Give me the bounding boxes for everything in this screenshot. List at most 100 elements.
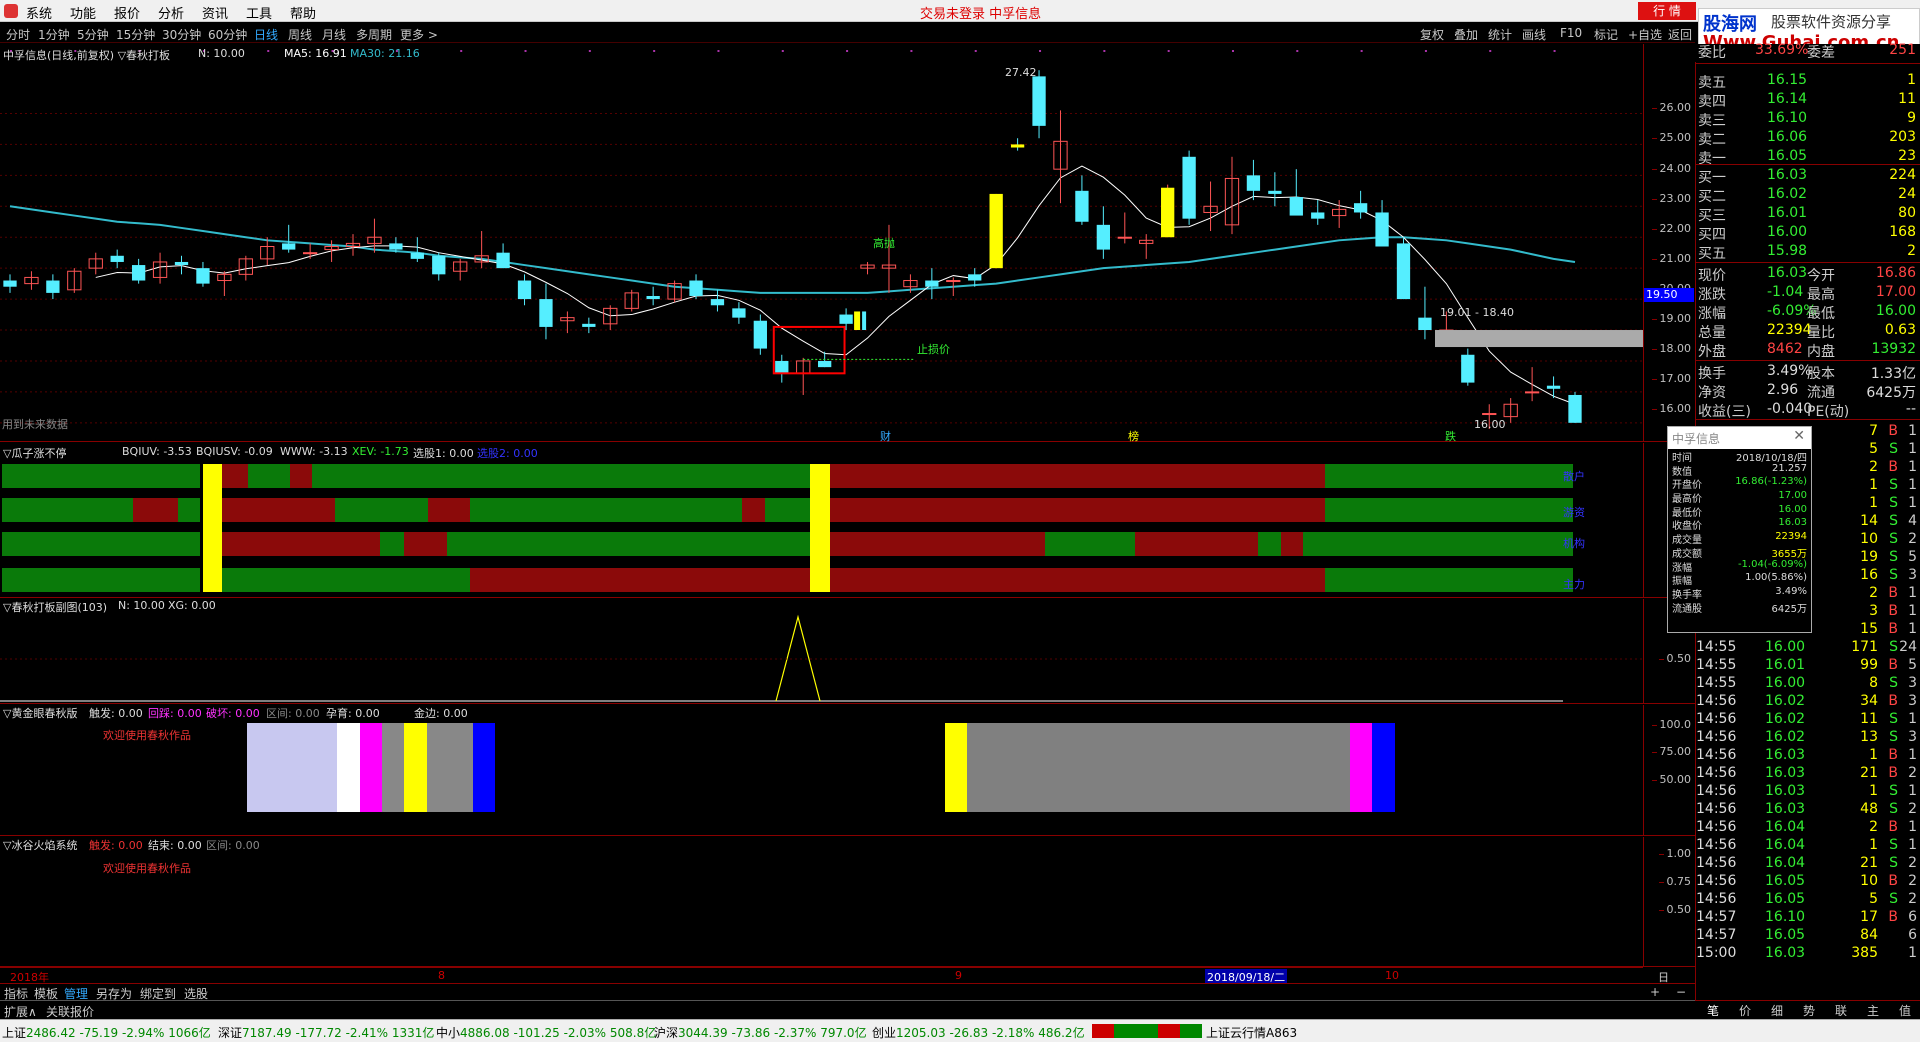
- index-cy[interactable]: 创业1205.03 -26.83 -2.18% 486.2亿: [872, 1024, 1085, 1041]
- fig-title: ▽春秋打板副图(103): [3, 601, 108, 614]
- popup-row: 最高价 17.00: [1668, 490, 1811, 505]
- tool-mark[interactable]: 标记: [1594, 26, 1618, 43]
- index-zx[interactable]: 中小4886.08 -101.25 -2.03% 508.8亿: [436, 1024, 656, 1041]
- menu-function[interactable]: 功能: [70, 3, 96, 22]
- menu-info[interactable]: 资讯: [202, 3, 228, 22]
- close-icon[interactable]: ✕: [1793, 428, 1805, 444]
- candle-down: [196, 268, 210, 284]
- cloud-quote-label[interactable]: 上证云行情A863: [1206, 1024, 1297, 1041]
- period-tab[interactable]: 5分钟: [77, 26, 109, 43]
- tab-value[interactable]: 值: [1899, 1002, 1911, 1019]
- menu-system[interactable]: 系统: [26, 3, 52, 22]
- golden-val: 触发: 0.00: [89, 707, 143, 720]
- chunqiu-fig-pane[interactable]: ▽春秋打板副图(103) N: 10.00 XG: 0.00: [0, 599, 1643, 704]
- y-tick: 24.00: [1651, 162, 1691, 175]
- candle-down: [753, 320, 767, 349]
- tool-add-watchlist[interactable]: +自选: [1628, 26, 1662, 43]
- signal-bar: [862, 311, 867, 331]
- guazi-segment: [222, 464, 248, 488]
- index-value: 1205.03 -26.83 -2.18% 486.2亿: [896, 1026, 1085, 1040]
- tool-f10[interactable]: F10: [1560, 26, 1582, 40]
- zoom-in-icon[interactable]: +: [1650, 985, 1660, 999]
- menu-quote[interactable]: 报价: [114, 3, 140, 22]
- kline-pane[interactable]: 中孚信息(日线,前复权) ▽春秋打板 N: 10.00 MA5: 16.91 M…: [0, 44, 1643, 444]
- period-tab[interactable]: 1分钟: [38, 26, 70, 43]
- marker-dot: [1103, 50, 1106, 52]
- menu-bar: 系统 功能 报价 分析 资讯 工具 帮助 交易未登录 中孚信息 行 情: [0, 0, 1920, 22]
- x-tick: 9: [955, 969, 962, 982]
- tab-linked[interactable]: 联: [1835, 1002, 1847, 1019]
- candle-down: [1353, 203, 1368, 213]
- candle-down: [710, 299, 725, 306]
- candle-down: [517, 280, 532, 300]
- tab-detail[interactable]: 细: [1771, 1002, 1783, 1019]
- guazi-segment: [470, 568, 810, 592]
- y-tick: 0.50: [1658, 903, 1691, 916]
- candle-down: [1075, 190, 1089, 222]
- guazi-val: WWW: -3.13: [280, 445, 348, 458]
- period-tab[interactable]: 多周期: [356, 26, 392, 43]
- menu-help[interactable]: 帮助: [290, 3, 316, 22]
- kline-chart[interactable]: [0, 44, 1643, 442]
- guazi-segment: [830, 532, 1045, 556]
- tab-price[interactable]: 价: [1739, 1002, 1751, 1019]
- period-tab[interactable]: 分时: [6, 26, 30, 43]
- btn-related-quote[interactable]: 关联报价: [46, 1003, 94, 1020]
- candle-down: [1418, 317, 1432, 331]
- tab-ticks[interactable]: 笔: [1707, 1002, 1719, 1019]
- golden-block: [945, 723, 967, 812]
- period-more[interactable]: 更多 >: [400, 26, 438, 43]
- tag-drop[interactable]: 跌: [1445, 428, 1456, 444]
- period-tab[interactable]: 周线: [288, 26, 312, 43]
- tag-rank[interactable]: 榜: [1128, 428, 1139, 444]
- index-value: 2486.42 -75.19 -2.94% 1066亿: [26, 1026, 211, 1040]
- menu-tools[interactable]: 工具: [246, 3, 272, 22]
- candle-down: [3, 280, 17, 287]
- period-tab[interactable]: 60分钟: [208, 26, 247, 43]
- golden-block: [360, 723, 382, 812]
- ice-valley-pane[interactable]: ▽冰谷火焰系统 触发: 0.00 结束: 0.00 区间: 0.00 欢迎使用春…: [0, 837, 1643, 967]
- ma5-label: MA5: 16.91: [284, 47, 347, 60]
- candle-down: [1311, 212, 1325, 219]
- period-tab-daily[interactable]: 日线: [254, 26, 278, 43]
- tool-back[interactable]: 返回: [1668, 26, 1692, 43]
- tool-overlay[interactable]: 叠加: [1454, 26, 1478, 43]
- quote-tabs: 笔 价 细 势 联 主 值: [1695, 1000, 1920, 1018]
- period-tab[interactable]: 月线: [322, 26, 346, 43]
- quote-button[interactable]: 行 情: [1638, 2, 1696, 20]
- y-tick: 50.00: [1651, 773, 1691, 786]
- index-status-bar: 上证2486.42 -75.19 -2.94% 1066亿 深证7187.49 …: [0, 1019, 1920, 1042]
- guazi-segment: [2, 568, 200, 592]
- golden-block: [247, 723, 337, 812]
- index-sz[interactable]: 深证7187.49 -177.72 -2.41% 1331亿: [218, 1024, 434, 1041]
- popup-row: 成交额 3655万: [1668, 545, 1811, 560]
- golden-val: 回踩: 0.00: [148, 707, 202, 720]
- zoom-out-icon[interactable]: −: [1676, 985, 1686, 999]
- marker-dot: [1360, 50, 1363, 52]
- guazi-segment: [2, 498, 133, 522]
- fig-val: N: 10.00: [118, 599, 165, 612]
- menu-analysis[interactable]: 分析: [158, 3, 184, 22]
- period-tab[interactable]: 30分钟: [162, 26, 201, 43]
- guazi-segment: [428, 498, 470, 522]
- index-sh[interactable]: 上证2486.42 -75.19 -2.94% 1066亿: [2, 1024, 211, 1041]
- guazi-segment: [742, 498, 765, 522]
- fig-val: XG: 0.00: [168, 599, 216, 612]
- tab-trend[interactable]: 势: [1803, 1002, 1815, 1019]
- index-hs[interactable]: 沪深3044.39 -73.86 -2.37% 797.0亿: [654, 1024, 867, 1041]
- tool-stats[interactable]: 统计: [1488, 26, 1512, 43]
- marker-dot: [1424, 50, 1427, 52]
- guazi-segment: [447, 532, 810, 556]
- fig-spike: [775, 614, 821, 702]
- guazi-pane[interactable]: ▽瓜子涨不停 BQIUV: -3.53 BQIUSV: -0.09 WWW: -…: [0, 443, 1643, 598]
- index-value: 3044.39 -73.86 -2.37% 797.0亿: [678, 1026, 867, 1040]
- tab-main[interactable]: 主: [1867, 1002, 1879, 1019]
- period-tab[interactable]: 15分钟: [116, 26, 155, 43]
- tool-draw[interactable]: 画线: [1522, 26, 1546, 43]
- marker-dot: [524, 50, 527, 52]
- y-tick: 23.00: [1651, 192, 1691, 205]
- golden-eye-pane[interactable]: ▽黄金眼春秋版 触发: 0.00 回踩: 0.00 破坏: 0.00 区间: 0…: [0, 705, 1643, 836]
- tag-finance[interactable]: 财: [880, 428, 891, 444]
- tool-fuquan[interactable]: 复权: [1420, 26, 1444, 43]
- btn-extend[interactable]: 扩展∧: [4, 1003, 37, 1020]
